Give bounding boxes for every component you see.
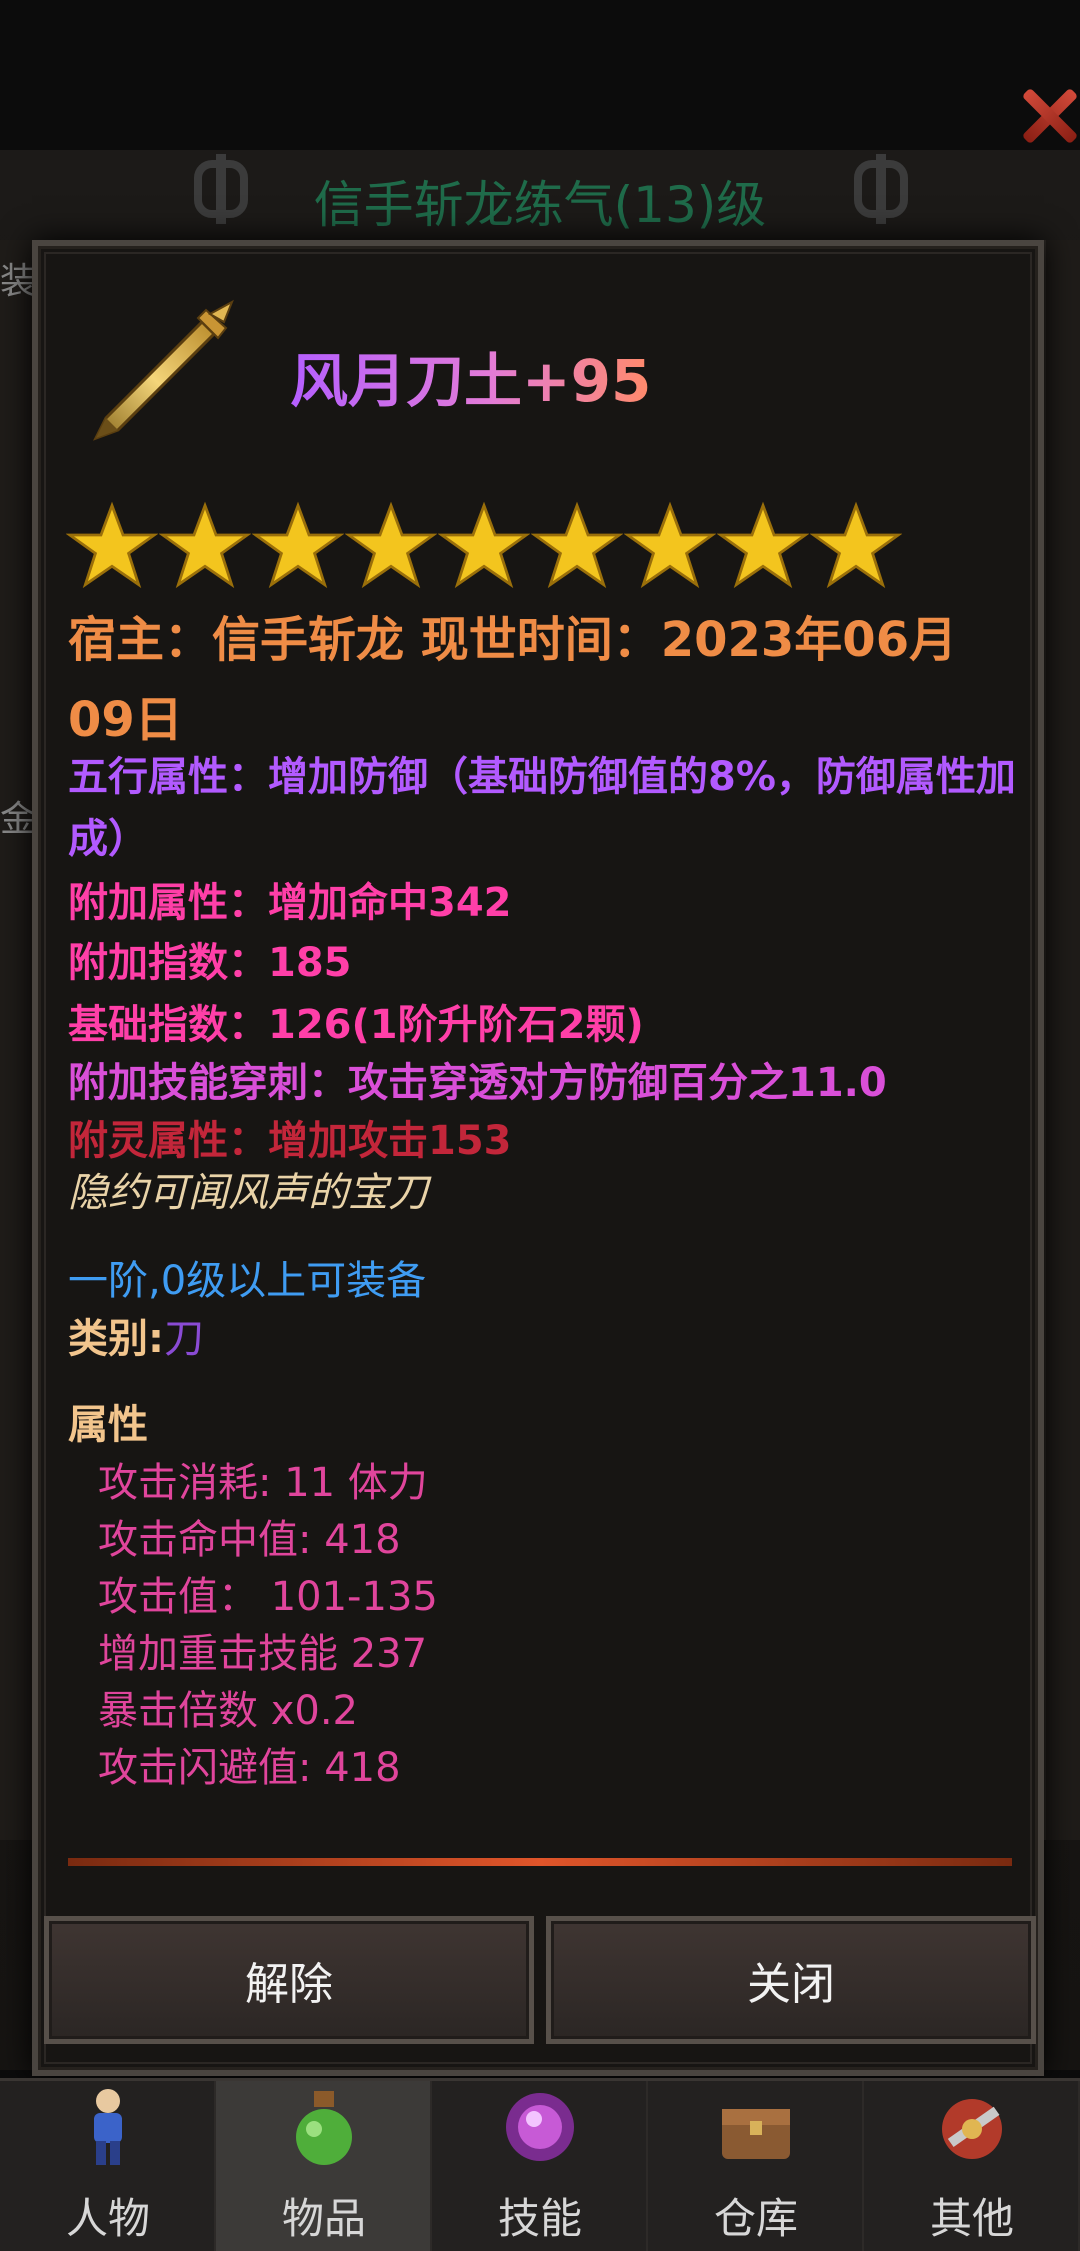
star-icon: [252, 501, 344, 589]
property-line: 攻击命中值: 418: [98, 1517, 401, 1563]
extra-index: 附加指数：185: [68, 940, 352, 986]
star-icon: [66, 501, 158, 589]
star-icon: [438, 501, 530, 589]
star-icon: [624, 501, 716, 589]
properties-header: 属性: [68, 1402, 148, 1448]
spirit-attribute: 附灵属性：增加攻击153: [68, 1118, 512, 1164]
nav-label-storage: 仓库: [713, 2194, 798, 2243]
star-icon: [717, 501, 809, 589]
star-rating: [66, 500, 946, 592]
property-line: 攻击闪避值: 418: [98, 1745, 401, 1791]
nav-label-skills: 技能: [497, 2194, 582, 2243]
category-label: 类别:: [68, 1316, 164, 1362]
equip-requirement: 一阶,0级以上可装备: [68, 1258, 427, 1304]
item-category: 类别:刀: [68, 1306, 204, 1364]
category-value: 刀: [164, 1316, 204, 1362]
owner-and-date: 宿主：信手斩龙 现世时间：2023年06月09日: [68, 612, 958, 748]
divider: [68, 1858, 1012, 1866]
misc-icon: [942, 2099, 1002, 2159]
side-label-gold: 金: [0, 799, 37, 840]
sword-icon: [92, 299, 234, 441]
nav-tab-skills[interactable]: 技能: [432, 2081, 648, 2251]
extra-attribute: 附加属性：增加命中342: [68, 880, 512, 926]
star-icon: [345, 501, 437, 589]
property-line: 增加重击技能 237: [98, 1631, 428, 1677]
star-icon: [810, 501, 902, 589]
unequip-button[interactable]: 解除: [44, 1916, 534, 2044]
chest-icon: [722, 2109, 790, 2159]
potion-icon: [296, 2091, 352, 2165]
nav-tab-character[interactable]: 人物: [0, 2081, 216, 2251]
nav-label-items: 物品: [281, 2194, 366, 2243]
side-label-equip: 装: [0, 261, 37, 302]
title-ornament-right-icon: [846, 150, 916, 228]
flavor-text: 隐约可闻风声的宝刀: [68, 1170, 428, 1216]
skill-orb-icon: [506, 2093, 574, 2161]
character-icon: [94, 2089, 122, 2165]
star-icon: [531, 501, 623, 589]
property-line: 暴击倍数 x0.2: [98, 1688, 358, 1734]
skill-pierce: 附加技能穿刺：攻击穿透对方防御百分之11.0: [68, 1060, 887, 1106]
nav-tab-storage[interactable]: 仓库: [648, 2081, 864, 2251]
nav-tab-other[interactable]: 其他: [864, 2081, 1080, 2251]
wuxing-attribute: 五行属性：增加防御（基础防御值的8%，防御属性加成）: [68, 754, 1016, 862]
base-index: 基础指数：126(1阶升阶石2颗): [68, 1002, 644, 1048]
background-title: 信手斩龙练气(13)级: [313, 176, 767, 234]
property-line: 攻击值： 101-135: [98, 1574, 438, 1620]
close-x-icon[interactable]: [1018, 86, 1078, 146]
nav-label-other: 其他: [929, 2194, 1014, 2243]
bottom-nav: 人物 物品 技能 仓库 其他: [0, 2078, 1080, 2251]
item-name: 风月刀土+95: [290, 334, 651, 418]
right-edge-panel: [1044, 240, 1080, 1840]
property-line: 攻击消耗: 11 体力: [98, 1460, 428, 1506]
title-ornament-left-icon: [186, 150, 256, 228]
close-button[interactable]: 关闭: [546, 1916, 1036, 2044]
nav-tab-items[interactable]: 物品: [216, 2081, 432, 2251]
star-icon: [159, 501, 251, 589]
nav-label-character: 人物: [65, 2194, 150, 2243]
